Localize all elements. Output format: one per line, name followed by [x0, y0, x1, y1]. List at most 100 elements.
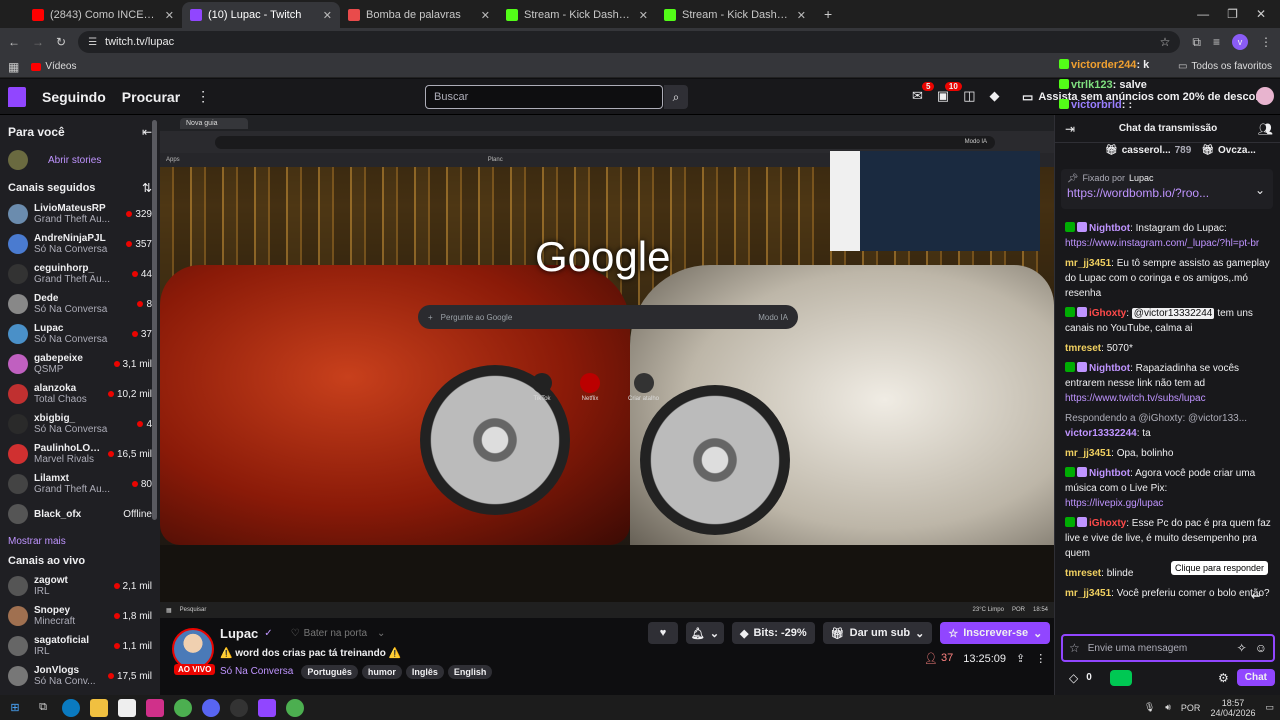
discord-icon[interactable] [202, 698, 220, 717]
channel-row[interactable]: AndreNinjaPJL Só Na Conversa 357 [0, 229, 160, 259]
collapse-chat-icon[interactable]: ⇥ [1065, 122, 1075, 136]
mic-icon[interactable]: 🎙︎ [1144, 702, 1155, 713]
chat-username[interactable]: Nightbot [1089, 468, 1130, 479]
stream-tag[interactable]: English [447, 665, 493, 679]
channel-row[interactable]: xbigbig_ Só Na Conversa 4 [0, 409, 160, 439]
menu-icon[interactable]: ⋮ [1260, 35, 1272, 49]
notification-center-icon[interactable]: ▭ [1265, 702, 1274, 713]
channel-row[interactable]: Black_ofx Offline [0, 499, 160, 529]
tab-close-icon[interactable]: ✕ [323, 9, 332, 22]
search-input[interactable]: Buscar [425, 85, 663, 109]
chat-link[interactable]: https://www.twitch.tv/subs/lupac [1065, 393, 1206, 404]
bits-button[interactable]: ◆ Bits: -29% [732, 622, 815, 644]
tab-close-icon[interactable]: ✕ [481, 9, 490, 22]
show-more-link[interactable]: Mostrar mais [8, 536, 66, 547]
stream-tag[interactable]: Português [301, 665, 358, 679]
channel-row[interactable]: sagatoficial IRL 1,1 mil [0, 631, 160, 661]
chat-settings-icon[interactable]: ⚙ [1218, 671, 1229, 685]
minimize-icon[interactable]: — [1197, 7, 1209, 21]
extensions-icon[interactable]: ⧉ [1192, 35, 1201, 50]
chat-username[interactable]: Nightbot [1089, 363, 1130, 374]
channel-row[interactable]: zagowt IRL 2,1 mil [0, 571, 160, 601]
hype-button[interactable]: ♡ Bater na porta ⌄ [291, 628, 386, 639]
channel-row[interactable]: Lupac Só Na Conversa 37 [0, 319, 160, 349]
chat-message[interactable]: Nightbot: Rapaziadinha se vocês entrarem… [1055, 361, 1280, 406]
whispers-icon[interactable]: ◫ [963, 88, 975, 104]
prime-icon[interactable]: ◆ [990, 88, 1000, 104]
stream-tag[interactable]: humor [361, 665, 402, 679]
tab-close-icon[interactable]: ✕ [639, 9, 648, 22]
video-player[interactable]: Nova guia Modo IA Apps Planc Google + Pe… [160, 115, 1054, 618]
tab-close-icon[interactable]: ✕ [165, 9, 174, 22]
chat-input[interactable]: ☆ Envie uma mensagem ✧ ☺ [1061, 634, 1275, 662]
channel-row[interactable]: LivioMateusRP Grand Theft Au... 329 [0, 199, 160, 229]
maximize-icon[interactable]: ❐ [1227, 7, 1238, 21]
browser-tab[interactable]: Stream - Kick Dashboard ✕ [656, 2, 814, 28]
reply-icon[interactable]: ↩ [1251, 589, 1261, 603]
chat-link[interactable]: https://www.instagram.com/_lupac/?hl=pt-… [1065, 238, 1259, 249]
chat-username[interactable]: victor13332244 [1065, 428, 1137, 439]
browser-tab[interactable]: (10) Lupac - Twitch ✕ [182, 2, 340, 28]
chat-message[interactable]: Respondendo a @iGhoxty: @victor133... vic… [1055, 411, 1280, 441]
new-tab-icon[interactable]: + [824, 6, 832, 22]
forward-icon[interactable]: → [32, 35, 44, 49]
chat-link[interactable]: https://livepix.gg/lupac [1065, 498, 1163, 509]
channel-row[interactable]: PaulinhoLOK... Marvel Rivals 16,5 mil [0, 439, 160, 469]
notify-button[interactable]: 🔔︎ ⌄ [686, 622, 724, 644]
bookmark-star-icon[interactable]: ☆ [1160, 35, 1171, 49]
chat-username[interactable]: mr_jj3451 [1065, 258, 1111, 269]
twitch-logo-icon[interactable] [8, 86, 26, 107]
taskbar-lang[interactable]: POR [1181, 703, 1201, 713]
chat-message[interactable]: tmreset: 5070* [1055, 341, 1280, 356]
sidebar-scrollbar[interactable] [152, 120, 157, 520]
browser-tab[interactable]: (2843) Como INCENTIVAR as pessoas ✕ [24, 2, 182, 28]
stream-tag[interactable]: Inglês [405, 665, 444, 679]
chat-users-icon[interactable]: 👥︎ [1258, 122, 1273, 136]
back-icon[interactable]: ← [8, 35, 20, 49]
browser-tab[interactable]: Stream - Kick Dashboard ✕ [498, 2, 656, 28]
emote-icon[interactable]: ☺ [1255, 641, 1267, 655]
windows-start-icon[interactable]: ⊞ [6, 699, 24, 717]
instagram-icon[interactable] [146, 698, 164, 717]
cheer-icon[interactable]: ✧ [1237, 641, 1247, 655]
task-view-icon[interactable]: ⧉ [34, 699, 52, 717]
taskbar-clock[interactable]: 18:57 24/04/2026 [1210, 698, 1255, 718]
chat-message[interactable]: Nightbot: Agora você pode criar uma músi… [1055, 466, 1280, 511]
chrome-icon[interactable] [174, 698, 192, 717]
site-info-icon[interactable]: ☰ [88, 37, 97, 48]
reload-icon[interactable]: ↻ [56, 35, 66, 49]
inbox-button[interactable]: ▣ 10 [937, 82, 962, 104]
apps-grid-icon[interactable]: ▦ [8, 60, 19, 74]
chat-message[interactable]: Nightbot: Instagram do Lupac: https://www… [1055, 221, 1280, 251]
subscribe-button[interactable]: ☆ Inscrever-se ⌄ [940, 622, 1051, 644]
prediction-button[interactable] [1109, 669, 1132, 686]
channel-row[interactable]: gabepeixe QSMP 3,1 mil [0, 349, 160, 379]
edge-icon[interactable] [62, 698, 80, 717]
channel-row[interactable]: Lilamxt Grand Theft Au... 80 [0, 469, 160, 499]
pin-expand-icon[interactable]: ⌄ [1255, 183, 1265, 197]
channel-row[interactable]: JonVlogs Só Na Conv... 17,5 mil [0, 661, 160, 691]
chat-username[interactable]: mr_jj3451 [1065, 588, 1111, 599]
volume-icon[interactable]: 🔊︎ [1165, 702, 1171, 713]
collapse-sidebar-icon[interactable]: ⇤ [142, 125, 152, 139]
chat-message[interactable]: iGhoxty: @victor13332244 tem uns canais n… [1055, 306, 1280, 336]
chat-message[interactable]: iGhoxty: Esse Pc do pac é pra quem faz l… [1055, 516, 1280, 561]
gift-sub-button[interactable]: 🎁︎ Dar um sub ⌄ [822, 622, 933, 644]
explorer-icon[interactable] [90, 698, 108, 717]
url-field[interactable]: ☰ twitch.tv/lupac ☆ [78, 31, 1181, 53]
channel-name[interactable]: Lupac [220, 626, 258, 641]
chat-username[interactable]: tmreset [1065, 343, 1101, 354]
open-stories[interactable]: Abrir stories [0, 145, 160, 175]
reading-list-icon[interactable]: ≡ [1213, 35, 1220, 49]
channel-row[interactable]: alanzoka Total Chaos 10,2 mil [0, 379, 160, 409]
more-options-icon[interactable]: ⋮ [1035, 652, 1046, 665]
tab-close-icon[interactable]: ✕ [797, 9, 806, 22]
profile-avatar[interactable]: v [1232, 34, 1248, 50]
chat-message[interactable]: mr_jj3451: Eu tô sempre assisto as gamep… [1055, 256, 1280, 301]
chat-username[interactable]: iGhoxty [1089, 518, 1126, 529]
sort-icon[interactable]: ⇅ [142, 181, 152, 195]
twitch-app-icon[interactable] [258, 698, 276, 717]
browser-tab[interactable]: Bomba de palavras ✕ [340, 2, 498, 28]
pinned-link[interactable]: https://wordbomb.io/?roo... [1067, 186, 1267, 200]
chat-message[interactable]: mr_jj3451: Você preferiu comer o bolo en… [1055, 586, 1280, 601]
